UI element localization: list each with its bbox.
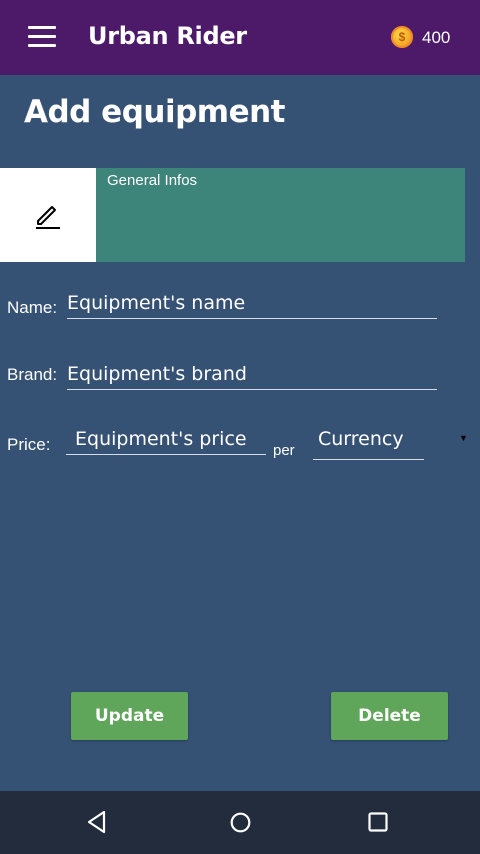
general-infos-label: General Infos xyxy=(107,172,198,189)
page-title: Add equipment xyxy=(24,94,285,130)
hamburger-menu-icon[interactable] xyxy=(28,26,56,48)
brand-input[interactable] xyxy=(67,363,437,390)
app-title: Urban Rider xyxy=(88,22,247,50)
edit-tab[interactable] xyxy=(0,168,96,262)
home-circle-icon[interactable] xyxy=(230,812,251,833)
general-infos-tab[interactable]: General Infos xyxy=(96,168,465,262)
name-label: Name: xyxy=(7,298,58,317)
section-tabs: General Infos xyxy=(0,168,465,262)
price-input[interactable] xyxy=(66,428,266,455)
back-triangle-icon[interactable] xyxy=(86,810,108,834)
price-label: Price: xyxy=(7,435,51,454)
coin-icon xyxy=(391,26,413,48)
app-bar: Urban Rider 400 xyxy=(0,0,480,75)
currency-select[interactable]: Currency xyxy=(313,426,424,460)
pencil-edit-icon xyxy=(36,206,60,229)
dropdown-arrow-icon[interactable]: ▼ xyxy=(459,433,468,443)
per-label: per xyxy=(273,442,295,459)
recent-apps-square-icon[interactable] xyxy=(368,812,388,832)
coin-count: 400 xyxy=(422,28,451,47)
delete-button[interactable]: Delete xyxy=(331,692,448,740)
brand-label: Brand: xyxy=(7,365,58,384)
update-button[interactable]: Update xyxy=(71,692,188,740)
currency-select-value: Currency xyxy=(318,428,404,450)
name-input[interactable] xyxy=(67,292,437,319)
